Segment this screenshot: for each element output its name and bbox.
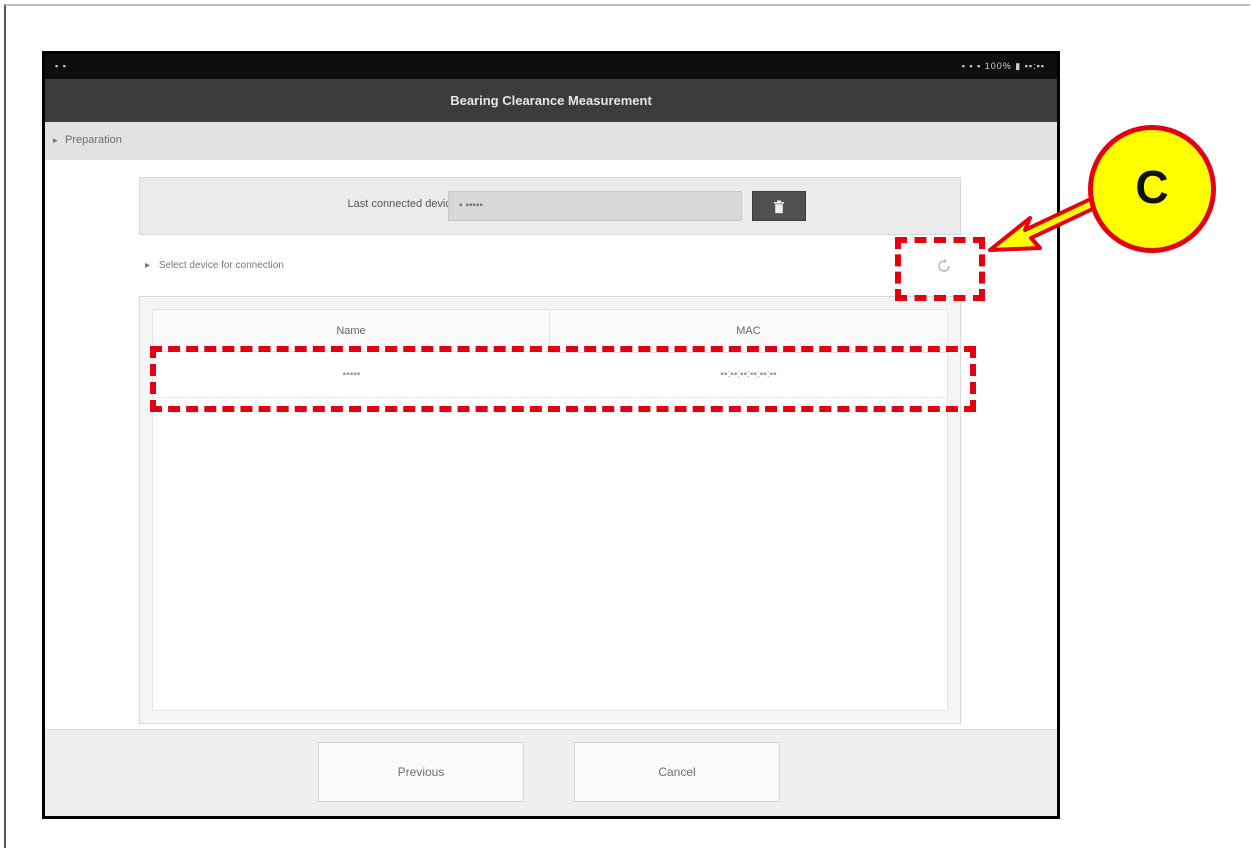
last-device-value: ▪ ▪▪▪▪▪ (459, 200, 484, 211)
last-device-panel: Last connected device ▪ ▪▪▪▪▪ (139, 177, 961, 235)
chevron-right-icon: ▸ (53, 135, 58, 145)
select-device-row: ▸ Select device for connection (145, 260, 284, 271)
chevron-right-icon: ▸ (145, 260, 151, 271)
refresh-highlight-box (895, 237, 985, 301)
select-device-label: Select device for connection (158, 260, 284, 271)
section-label: Preparation (65, 134, 122, 146)
window-title: Bearing Clearance Measurement (450, 93, 652, 108)
callout-arrow-icon (988, 194, 1105, 252)
title-bar: Bearing Clearance Measurement (45, 79, 1057, 122)
callout-letter: C (1135, 161, 1169, 213)
status-left: ▪ ▪ (55, 61, 67, 71)
previous-button[interactable]: Previous (318, 742, 524, 802)
status-right: ▪ ▪ ▪ 100% ▮ ▪▪:▪▪ (961, 61, 1045, 71)
app-screen: ▪ ▪ ▪ ▪ ▪ 100% ▮ ▪▪:▪▪ Bearing Clearance… (45, 54, 1057, 816)
delete-device-button[interactable] (752, 191, 806, 221)
last-device-label: Last connected device (347, 198, 457, 210)
row-highlight-box (150, 346, 976, 412)
callout-c-badge: C (1088, 125, 1216, 253)
tablet-frame: ▪ ▪ ▪ ▪ ▪ 100% ▮ ▪▪:▪▪ Bearing Clearance… (42, 51, 1060, 819)
section-header[interactable]: ▸ Preparation (45, 122, 1057, 161)
cancel-button[interactable]: Cancel (574, 742, 780, 802)
trash-icon (774, 200, 784, 213)
footer-bar: Previous Cancel (45, 729, 1057, 816)
status-bar: ▪ ▪ ▪ ▪ ▪ 100% ▮ ▪▪:▪▪ (45, 54, 1057, 79)
last-device-field: ▪ ▪▪▪▪▪ (448, 191, 742, 221)
